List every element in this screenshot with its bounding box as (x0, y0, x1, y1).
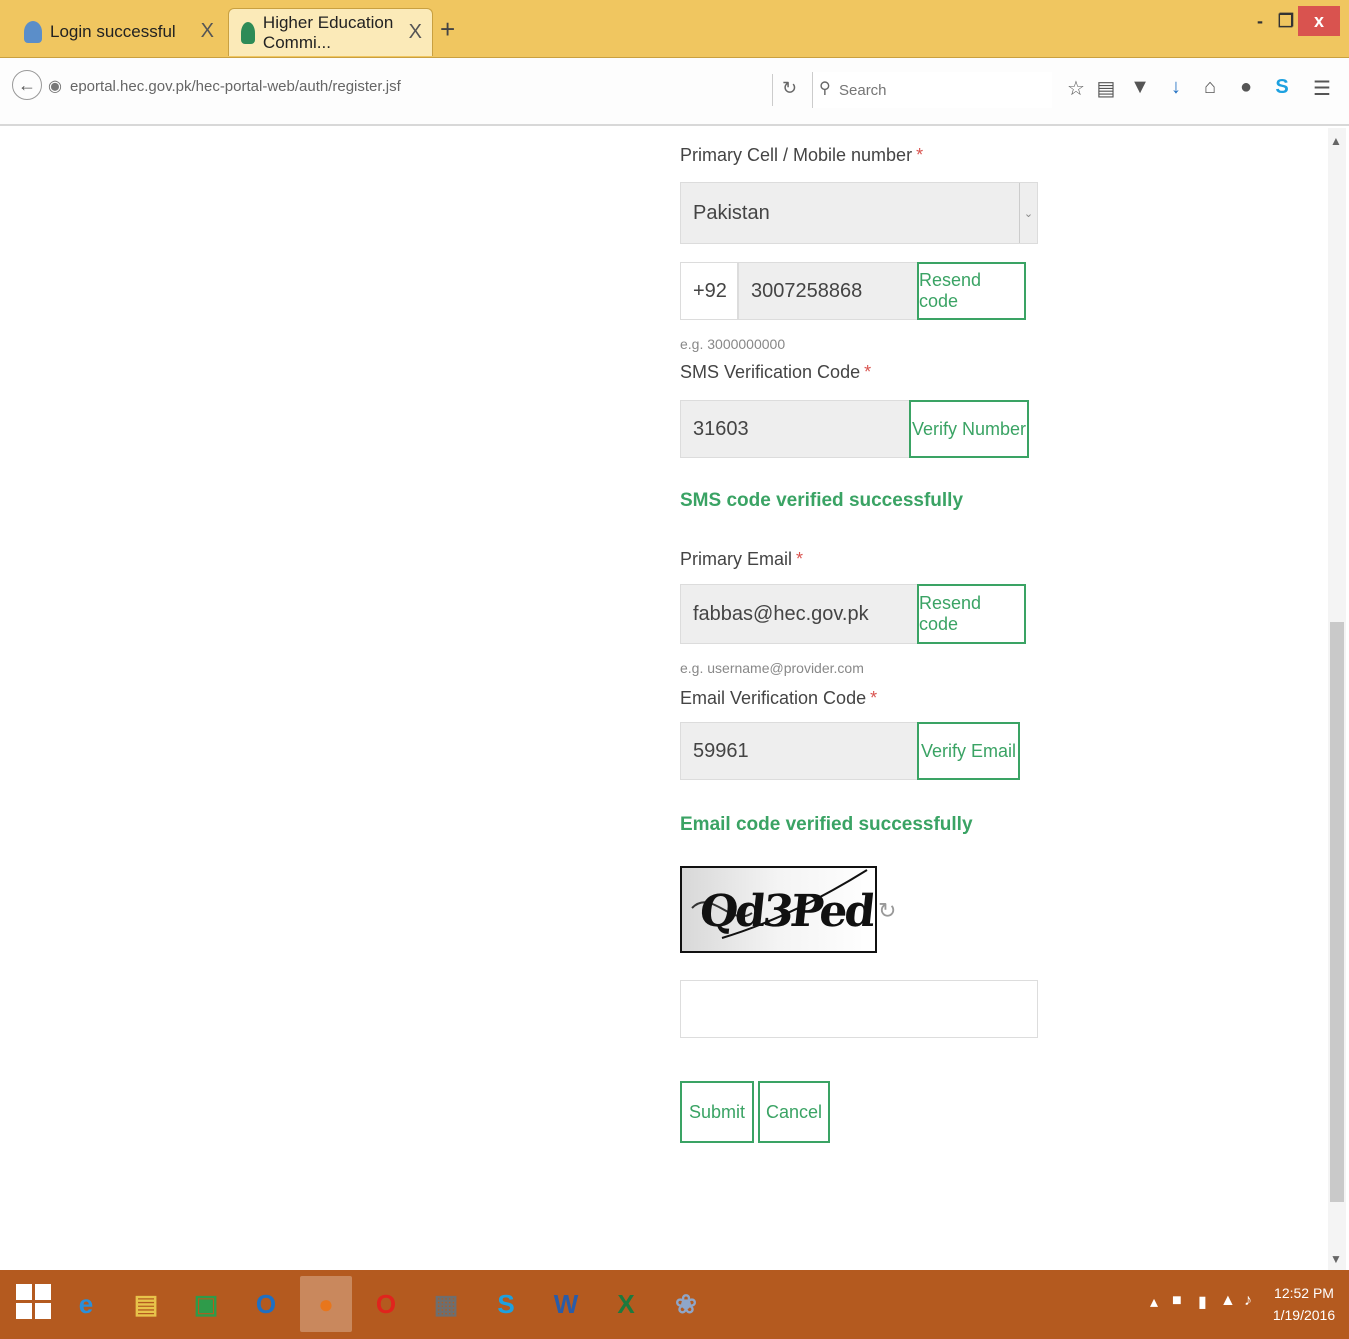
mobile-number-label: Primary Cell / Mobile number * (680, 145, 924, 165)
email-label: Primary Email * (680, 549, 804, 569)
pocket-icon[interactable]: ▼ (1128, 76, 1152, 99)
verify-email-button[interactable]: Verify Email (917, 722, 1020, 780)
taskbar-clock[interactable]: 12:52 PM 1/19/2016 (1272, 1282, 1336, 1326)
submit-button[interactable]: Submit (680, 1081, 754, 1143)
windows-taskbar: e ▤ ▣ O ● O ▦ S W X ❀ ▴ ■ ▮ ▲ ♪ 12:52 PM 1/19/2016 (0, 1270, 1349, 1339)
close-window-button[interactable]: x (1298, 6, 1340, 36)
phone-hint: e.g. 3000000000 (680, 336, 786, 352)
chevron-down-icon: ⌄ (1019, 183, 1037, 243)
tab-close-icon[interactable]: X (201, 20, 214, 43)
sms-success-message: SMS code verified successfully (680, 490, 964, 511)
search-icon: ⚲ (819, 80, 831, 97)
captcha-image: Qd3Ped (680, 866, 877, 953)
verify-number-button[interactable]: Verify Number (909, 400, 1029, 458)
tray-volume-icon[interactable]: ♪ (1244, 1292, 1252, 1310)
country-code-addon: +92 (680, 262, 738, 320)
resend-email-code-button[interactable]: Resend code (917, 584, 1026, 644)
downloads-icon[interactable]: ↓ (1164, 76, 1188, 99)
skype-icon: S (497, 1288, 515, 1319)
tab-title: Login successful (50, 22, 176, 41)
word-icon: W (553, 1288, 579, 1319)
taskbar-opera-button[interactable]: O (360, 1276, 412, 1332)
captcha-text: Qd3Ped (697, 886, 876, 937)
taskbar-skype-button[interactable]: S (480, 1276, 532, 1332)
tab-title: Higher Education Commi... (262, 12, 394, 52)
tab-hec-active[interactable]: Higher Education Commi... X (228, 8, 433, 56)
taskbar-excel-button[interactable]: X (600, 1276, 652, 1332)
minimize-button[interactable]: - (1248, 6, 1272, 36)
site-identity-icon[interactable]: ◉ (48, 76, 62, 96)
sms-code-input[interactable]: 31603 (680, 400, 910, 458)
email-input[interactable]: fabbas@hec.gov.pk (680, 584, 918, 644)
skype-extension-icon[interactable]: S (1270, 76, 1294, 99)
outlook-icon: O (255, 1288, 277, 1319)
reading-list-icon[interactable]: ▤ (1094, 76, 1118, 101)
refresh-captcha-icon[interactable]: ↻ (878, 898, 896, 924)
phone-input[interactable]: 3007258868 (738, 262, 918, 320)
taskbar-word-button[interactable]: W (540, 1276, 592, 1332)
resend-sms-code-button[interactable]: Resend code (917, 262, 1026, 320)
restore-button[interactable]: ❐ (1274, 6, 1298, 36)
taskbar-firefox-button[interactable]: ● (300, 1276, 352, 1332)
internet-explorer-icon: e (78, 1288, 94, 1319)
browser-navbar: ← ◉ eportal.hec.gov.pk/hec-portal-web/au… (0, 58, 1349, 126)
taskbar-internet-explorer-button[interactable]: e (60, 1276, 112, 1332)
home-icon[interactable]: ⌂ (1198, 76, 1222, 99)
scroll-up-arrow-icon[interactable]: ▲ (1330, 134, 1342, 148)
clock-time: 12:52 PM (1274, 1285, 1334, 1301)
scrollbar-thumb[interactable] (1330, 622, 1344, 1202)
taskbar-paint-button[interactable]: ❀ (660, 1276, 712, 1332)
taskbar-calculator-button[interactable]: ▦ (420, 1276, 472, 1332)
sms-code-label: SMS Verification Code * (680, 362, 872, 382)
chat-icon[interactable]: ● (1234, 76, 1258, 99)
email-success-message: Email code verified successfully (680, 814, 973, 835)
captcha-input[interactable] (680, 980, 1038, 1038)
menu-icon[interactable]: ☰ (1310, 76, 1334, 101)
tab-favicon-icon (241, 21, 255, 44)
address-bar[interactable]: eportal.hec.gov.pk/hec-portal-web/auth/r… (70, 78, 401, 95)
tab-close-icon[interactable]: X (409, 21, 422, 44)
taskbar-store-button[interactable]: ▣ (180, 1276, 232, 1332)
clock-date: 1/19/2016 (1272, 1307, 1336, 1323)
reload-icon[interactable]: ↻ (782, 78, 797, 99)
taskbar-outlook-button[interactable]: O (240, 1276, 292, 1332)
paint-icon: ❀ (675, 1288, 697, 1319)
tab-favicon-icon (24, 21, 42, 43)
address-divider (772, 74, 773, 106)
tray-network-icon[interactable]: ▲ (1220, 1292, 1236, 1310)
email-code-label: Email Verification Code * (680, 688, 878, 708)
tray-battery-icon[interactable]: ▮ (1198, 1292, 1207, 1312)
tray-security-icon[interactable]: ■ (1172, 1292, 1182, 1310)
cancel-button[interactable]: Cancel (758, 1081, 830, 1143)
firefox-icon: ● (318, 1288, 334, 1319)
country-select[interactable]: Pakistan ⌄ (680, 182, 1038, 244)
back-arrow-icon[interactable]: ← (12, 70, 42, 100)
opera-icon: O (375, 1288, 397, 1319)
windows-start-icon[interactable] (16, 1284, 52, 1320)
tab-login-successful[interactable]: Login successful X (12, 8, 224, 56)
bookmark-star-icon[interactable]: ☆ (1064, 76, 1088, 101)
store-icon: ▣ (193, 1288, 219, 1319)
email-hint: e.g. username@provider.com (680, 660, 864, 676)
search-box[interactable]: ⚲ (812, 72, 1052, 108)
new-tab-button[interactable]: + (440, 14, 455, 45)
scroll-down-arrow-icon[interactable]: ▼ (1330, 1252, 1342, 1266)
browser-titlebar: Login successful X Higher Education Comm… (0, 0, 1349, 58)
tray-overflow-icon[interactable]: ▴ (1150, 1292, 1158, 1312)
excel-icon: X (617, 1288, 635, 1319)
email-code-input[interactable]: 59961 (680, 722, 918, 780)
taskbar-file-explorer-button[interactable]: ▤ (120, 1276, 172, 1332)
search-input[interactable] (839, 78, 1039, 102)
calculator-icon: ▦ (433, 1288, 459, 1319)
file-explorer-icon: ▤ (133, 1288, 159, 1319)
